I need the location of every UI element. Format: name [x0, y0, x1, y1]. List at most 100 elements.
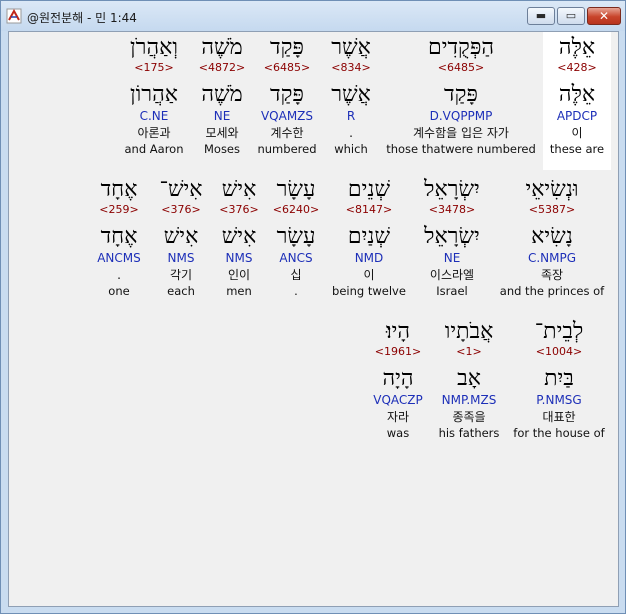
- hebrew-word: מֹשֶׁה: [201, 35, 243, 60]
- word-block: מֹשֶׁה <4872> מֹשֶׁה NE 모세와 Moses: [192, 32, 252, 156]
- title-bar[interactable]: @원전분해 - 민 1:44 ▬ ▭ ✕: [1, 1, 625, 31]
- morph-code: VQACZP: [373, 393, 423, 407]
- korean-gloss: 인이: [227, 268, 251, 282]
- app-window: @원전분해 - 민 1:44 ▬ ▭ ✕ אֵלֶּה <428> אֵלֶּה…: [0, 0, 626, 614]
- hebrew-lemma: אֲשֶׁר: [331, 82, 371, 107]
- hebrew-lemma: יִשְׂרָאֵל: [424, 224, 480, 249]
- app-logo-icon: [6, 8, 22, 24]
- strong-number: <6485>: [263, 61, 311, 74]
- korean-gloss: 이: [363, 268, 375, 282]
- word-block: אִישׁ־ <376> אִישׁ NMS 각기 each: [149, 174, 213, 298]
- close-icon: ✕: [598, 9, 610, 23]
- word-block: אֵלֶּה <428> אֵלֶּה APDCP 이 these are: [543, 32, 611, 170]
- strong-number: <376>: [161, 203, 201, 216]
- word-block: אֶחָד <259> אֶחָד ANCMS . one: [87, 174, 151, 298]
- hebrew-lemma: אַהֲרוֹן: [130, 82, 178, 107]
- strong-number: <6485>: [437, 61, 485, 74]
- maximize-button[interactable]: ▭: [557, 7, 585, 25]
- word-block: הַפְּקֻדִים <6485> פָּקַד D.VQPPMP 계수함을 …: [386, 32, 536, 156]
- strong-number: <1961>: [374, 345, 422, 358]
- hebrew-word: וּנְשִׂיאֵי: [525, 177, 579, 202]
- korean-gloss: 종족을: [452, 410, 486, 424]
- hebrew-lemma: אִישׁ: [163, 224, 199, 249]
- english-gloss: Moses: [203, 142, 241, 156]
- strong-number: <1004>: [535, 345, 583, 358]
- korean-gloss: 이스라엘: [429, 268, 475, 282]
- english-gloss: those thatwere numbered: [386, 142, 536, 156]
- hebrew-word: אֶחָד: [100, 177, 138, 202]
- hebrew-lemma: פָּקַד: [444, 82, 478, 107]
- strong-number: <4872>: [198, 61, 246, 74]
- hebrew-word: אֵלֶּה: [558, 35, 596, 60]
- strong-number: <175>: [134, 61, 174, 74]
- word-block: עָשָׂר <6240> עָשָׂר ANCS 십 .: [265, 174, 327, 298]
- hebrew-lemma: נָשִׂיא: [531, 224, 573, 249]
- word-block: לְבֵית־ <1004> בַּיִת P.NMSG 대표한 for the…: [509, 316, 609, 440]
- hebrew-word: וְאַהֲרֹן: [130, 35, 178, 60]
- english-gloss: each: [167, 284, 195, 298]
- morph-code: ANCMS: [97, 251, 141, 265]
- minimize-icon: ▬: [535, 9, 547, 22]
- hebrew-lemma: פָּקַד: [270, 82, 304, 107]
- strong-number: <259>: [99, 203, 139, 216]
- strong-number: <5387>: [528, 203, 576, 216]
- hebrew-word: פָּקַד: [270, 35, 304, 60]
- hebrew-lemma: אֶחָד: [100, 224, 138, 249]
- korean-gloss: 이: [571, 126, 583, 140]
- english-gloss: Israel: [436, 284, 468, 298]
- hebrew-word: עָשָׂר: [276, 177, 316, 202]
- hebrew-word: אִישׁ: [221, 177, 257, 202]
- english-gloss: was: [386, 426, 410, 440]
- hebrew-word: הָיוּ׃: [385, 319, 411, 344]
- morph-code: ANCS: [279, 251, 313, 265]
- english-gloss: .: [294, 284, 298, 298]
- word-block: אֲבֹתָיו <1> אָב NMP.MZS 종족을 his fathers: [431, 316, 507, 440]
- strong-number: <376>: [219, 203, 259, 216]
- strong-number: <6240>: [272, 203, 320, 216]
- word-block: וְאַהֲרֹן <175> אַהֲרוֹן C.NE 아론과 and Aa…: [119, 32, 189, 156]
- morph-code: NMD: [354, 251, 384, 265]
- hebrew-lemma: בַּיִת: [544, 366, 574, 391]
- english-gloss: for the house of: [513, 426, 605, 440]
- morph-code: C.NE: [139, 109, 169, 123]
- english-gloss: being twelve: [332, 284, 406, 298]
- korean-gloss: 자라: [386, 410, 410, 424]
- strong-number: <428>: [557, 61, 597, 74]
- hebrew-word: שְׁנֵים: [347, 177, 391, 202]
- word-block: שְׁנֵים <8147> שְׁנַיִם NMD 이 being twel…: [329, 174, 409, 298]
- word-block: וּנְשִׂיאֵי <5387> נָשִׂיא C.NMPG 족장 and…: [497, 174, 607, 298]
- close-button[interactable]: ✕: [587, 7, 621, 25]
- hebrew-lemma: הָיָה: [382, 366, 414, 391]
- korean-gloss: 모세와: [205, 126, 239, 140]
- korean-gloss: 족장: [540, 268, 564, 282]
- morph-code: D.VQPPMP: [429, 109, 493, 123]
- strong-number: <1>: [456, 345, 482, 358]
- hebrew-lemma: אָב: [457, 366, 481, 391]
- hebrew-lemma: אִישׁ: [221, 224, 257, 249]
- morph-code: P.NMSG: [536, 393, 582, 407]
- hebrew-word: לְבֵית־: [534, 319, 584, 344]
- word-block: הָיוּ׃ <1961> הָיָה VQACZP 자라 was: [365, 316, 431, 440]
- english-gloss: men: [226, 284, 252, 298]
- hebrew-word: יִשְׂרָאֵל: [424, 177, 480, 202]
- maximize-icon: ▭: [565, 9, 577, 22]
- word-block: פָּקַד <6485> פָּקַד VQAMZS 계수한 numbered: [252, 32, 322, 156]
- korean-gloss: 계수함을 입은 자가: [413, 126, 509, 140]
- morph-code: APDCP: [556, 109, 598, 123]
- minimize-button[interactable]: ▬: [527, 7, 555, 25]
- english-gloss: and Aaron: [124, 142, 184, 156]
- parsing-panel: אֵלֶּה <428> אֵלֶּה APDCP 이 these are הַ…: [8, 31, 619, 607]
- korean-gloss: 십: [290, 268, 302, 282]
- word-block: אִישׁ <376> אִישׁ NMS 인이 men: [211, 174, 267, 298]
- hebrew-lemma: שְׁנַיִם: [347, 224, 391, 249]
- hebrew-lemma: עָשָׂר: [276, 224, 316, 249]
- word-block: יִשְׂרָאֵל <3478> יִשְׂרָאֵל NE 이스라엘 Isr…: [409, 174, 495, 298]
- korean-gloss: .: [117, 268, 121, 282]
- morph-code: VQAMZS: [260, 109, 314, 123]
- hebrew-lemma: מֹשֶׁה: [201, 82, 243, 107]
- korean-gloss: 각기: [169, 268, 193, 282]
- english-gloss: his fathers: [438, 426, 500, 440]
- hebrew-lemma: אֵלֶּה: [558, 82, 596, 107]
- korean-gloss: .: [349, 126, 353, 140]
- english-gloss: which: [334, 142, 368, 156]
